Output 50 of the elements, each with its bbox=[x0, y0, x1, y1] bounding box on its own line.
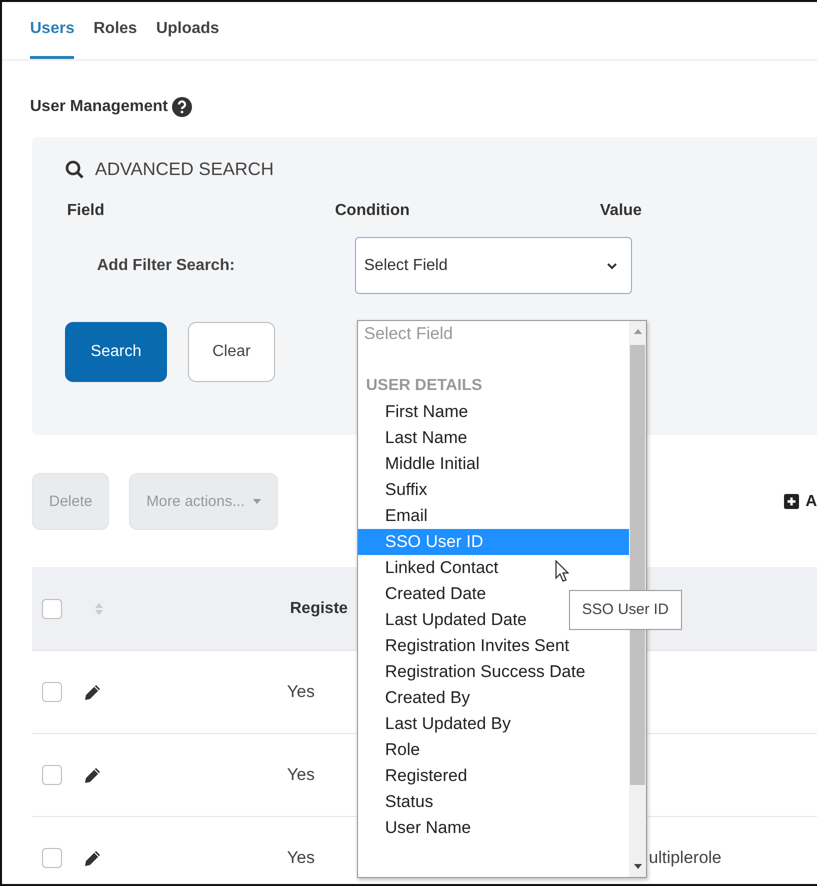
checkbox[interactable] bbox=[42, 848, 62, 868]
column-label: Value bbox=[600, 202, 642, 220]
dropdown-option[interactable]: Email bbox=[358, 503, 629, 529]
search-icon bbox=[65, 160, 85, 180]
dropdown-option[interactable]: Suffix bbox=[358, 477, 629, 503]
section-title: ADVANCED SEARCH bbox=[95, 159, 274, 180]
dropdown-option[interactable]: Last Updated By bbox=[358, 711, 629, 737]
dropdown-option[interactable]: Registered bbox=[358, 763, 629, 789]
tab[interactable]: Uploads bbox=[156, 20, 220, 59]
tooltip: SSO User ID bbox=[569, 590, 682, 630]
checkbox[interactable] bbox=[42, 682, 62, 702]
option-group-label: USER DETAILS bbox=[365, 376, 484, 396]
pencil-icon[interactable] bbox=[84, 684, 101, 700]
tab[interactable]: Roles bbox=[93, 20, 138, 59]
dropdown-option[interactable]: Last Name bbox=[358, 425, 629, 451]
dropdown-option[interactable]: First Name bbox=[358, 399, 629, 425]
dropdown-option[interactable]: Role bbox=[358, 737, 629, 763]
pencil-icon[interactable] bbox=[84, 766, 101, 784]
table-cell: Yes bbox=[287, 765, 315, 785]
dropdown-option[interactable]: Registration Invites Sent bbox=[358, 633, 629, 659]
field-select[interactable]: Select Field bbox=[355, 237, 632, 294]
dropdown-option[interactable]: Registration Success Date bbox=[358, 659, 629, 685]
cursor-icon bbox=[555, 560, 569, 582]
dropdown-option[interactable]: User Name bbox=[358, 815, 629, 841]
dropdown-option[interactable]: Status bbox=[358, 789, 629, 815]
add-icon[interactable] bbox=[784, 494, 800, 509]
table-cell: Yes bbox=[287, 848, 315, 868]
search-button[interactable]: Search bbox=[65, 322, 167, 382]
help-icon[interactable] bbox=[172, 97, 192, 117]
chevron-down-icon bbox=[607, 262, 617, 270]
tab[interactable]: Users bbox=[30, 20, 74, 59]
column-header[interactable]: Registe bbox=[290, 600, 348, 618]
table-cell: Yes bbox=[287, 682, 315, 702]
column-label: Field bbox=[66, 202, 106, 220]
scroll-down-icon[interactable] bbox=[634, 864, 642, 869]
add-link[interactable]: A bbox=[805, 492, 817, 510]
caret-icon bbox=[252, 499, 261, 504]
dropdown-option[interactable]: Linked Contact bbox=[358, 555, 629, 581]
filter-label: Add Filter Search: bbox=[96, 256, 236, 274]
scroll-up-icon[interactable] bbox=[634, 329, 642, 334]
page-title: User Management bbox=[30, 98, 168, 116]
checkbox[interactable] bbox=[42, 598, 62, 618]
checkbox[interactable] bbox=[42, 765, 62, 785]
dropdown-option[interactable]: Created By bbox=[358, 685, 629, 711]
sort-icon[interactable] bbox=[95, 602, 103, 614]
pencil-icon[interactable] bbox=[84, 850, 101, 866]
table-cell: ultiplerole bbox=[648, 848, 722, 868]
column-label: Condition bbox=[335, 202, 411, 220]
clear-button[interactable]: Clear bbox=[188, 322, 275, 382]
dropdown-option[interactable]: Middle Initial bbox=[358, 451, 629, 477]
